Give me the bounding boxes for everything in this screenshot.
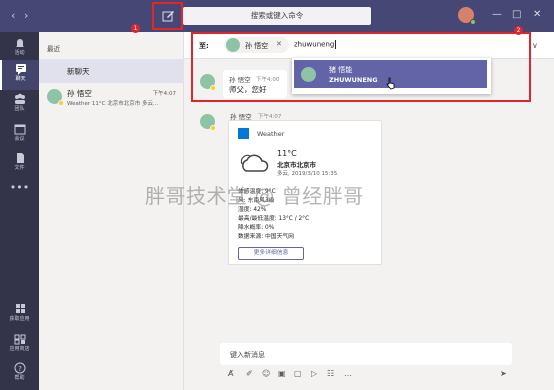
chat-icon [15,64,26,75]
app-rail: 活动 聊天 团队 会议 文件 ••• 获取应用 应用商店 ? 帮助 [0,32,39,390]
svg-text:?: ? [18,365,22,373]
schedule-icon[interactable]: ☷ [327,369,334,379]
file-icon [16,153,24,163]
card-app-name: Weather [257,130,285,138]
rail-item-chat[interactable]: 聊天 [0,60,39,90]
rail-label: 活动 [14,50,25,56]
rail-label: 应用商店 [9,346,30,352]
chevron-down-icon[interactable]: ∨ [532,41,538,50]
more-details-button[interactable]: 更多详细信息 [238,247,304,260]
close-icon[interactable]: ✕ [533,9,541,21]
annotation-badge-2: 2 [514,26,523,35]
presence-available-icon [470,19,476,25]
detail-line: 降水概率: 0% [238,225,275,231]
rail-label: 会议 [14,136,25,142]
presence-away-icon [210,125,216,131]
help-icon: ? [14,362,25,374]
rail-item-get-apps[interactable]: 获取应用 [0,300,39,330]
chat-list-pane: 最近 新聊天 孙 悟空 下午4:07 Weather 11°C 北京市北京市 多… [39,32,184,390]
apps-icon [15,304,25,313]
annotation-box-2 [191,32,531,102]
rail-item-store[interactable]: 应用商店 [0,330,39,360]
city: 北京市北京市 [277,161,316,169]
compose-placeholder: 键入新消息 [230,351,265,359]
more-options-icon[interactable]: … [344,369,352,379]
emoji-icon[interactable]: ☺ [262,369,270,379]
more-apps-icon[interactable]: ••• [0,178,39,208]
search-input[interactable]: 搜索或键入命令 [183,7,371,25]
section-label-recent: 最近 [47,45,60,53]
new-chat-item[interactable]: 新聊天 [39,59,184,83]
condition: 多云, 2019/3/10 15:35 [277,171,338,177]
chevron-right-icon[interactable]: › [24,10,28,21]
rail-item-help[interactable]: ? 帮助 [0,359,39,389]
rail-item-files[interactable]: 文件 [0,149,39,179]
attach-icon[interactable]: ✐ [246,369,253,379]
rail-item-teams[interactable]: 团队 [0,90,39,120]
teams-icon [14,93,25,104]
annotation-box-1 [152,2,183,30]
send-icon[interactable]: ➤ [500,369,507,379]
chat-preview: Weather 11°C 北京市北京市 多云... [67,101,159,107]
cloudy-icon [240,154,269,172]
store-icon [14,334,25,345]
chat-list-item[interactable]: 孙 悟空 下午4:07 Weather 11°C 北京市北京市 多云... [39,83,184,113]
chat-name: 孙 悟空 [67,89,92,98]
message-compose-input[interactable]: 键入新消息 [220,343,512,365]
sticker-icon[interactable]: ▢ [294,369,302,379]
format-icon[interactable]: A̸ [228,369,233,379]
chevron-left-icon[interactable]: ‹ [11,10,15,21]
rail-label: 获取应用 [9,316,30,322]
weather-app-icon [238,128,249,139]
message-time: 下午4:07 [258,114,282,120]
meet-now-icon[interactable]: ▷ [311,369,317,379]
detail-line: 数据来源: 中国天气网 [238,234,294,240]
rail-label: 帮助 [14,375,25,381]
temperature: 11°C [277,149,297,158]
annotation-badge-1: 1 [131,24,140,33]
gif-icon[interactable]: ▣ [278,369,286,379]
new-chat-label: 新聊天 [67,67,90,76]
maximize-icon[interactable]: □ [512,9,521,21]
watermark: 胖哥技术堂 @ 曾经胖哥 [145,184,364,208]
detail-line: 最高/最低温度: 13°C / 2°C [238,216,310,222]
title-bar: ‹ › 搜索或键入命令 — □ ✕ [0,0,554,32]
bell-icon [15,39,24,47]
rail-label: 聊天 [15,76,26,82]
rail-label: 文件 [14,165,25,171]
rail-label: 团队 [14,106,25,112]
calendar-icon [14,124,25,135]
minimize-icon[interactable]: — [492,9,502,21]
rail-item-meetings[interactable]: 会议 [0,120,39,150]
presence-away-icon [58,100,64,106]
chat-time: 下午4:07 [152,91,176,97]
